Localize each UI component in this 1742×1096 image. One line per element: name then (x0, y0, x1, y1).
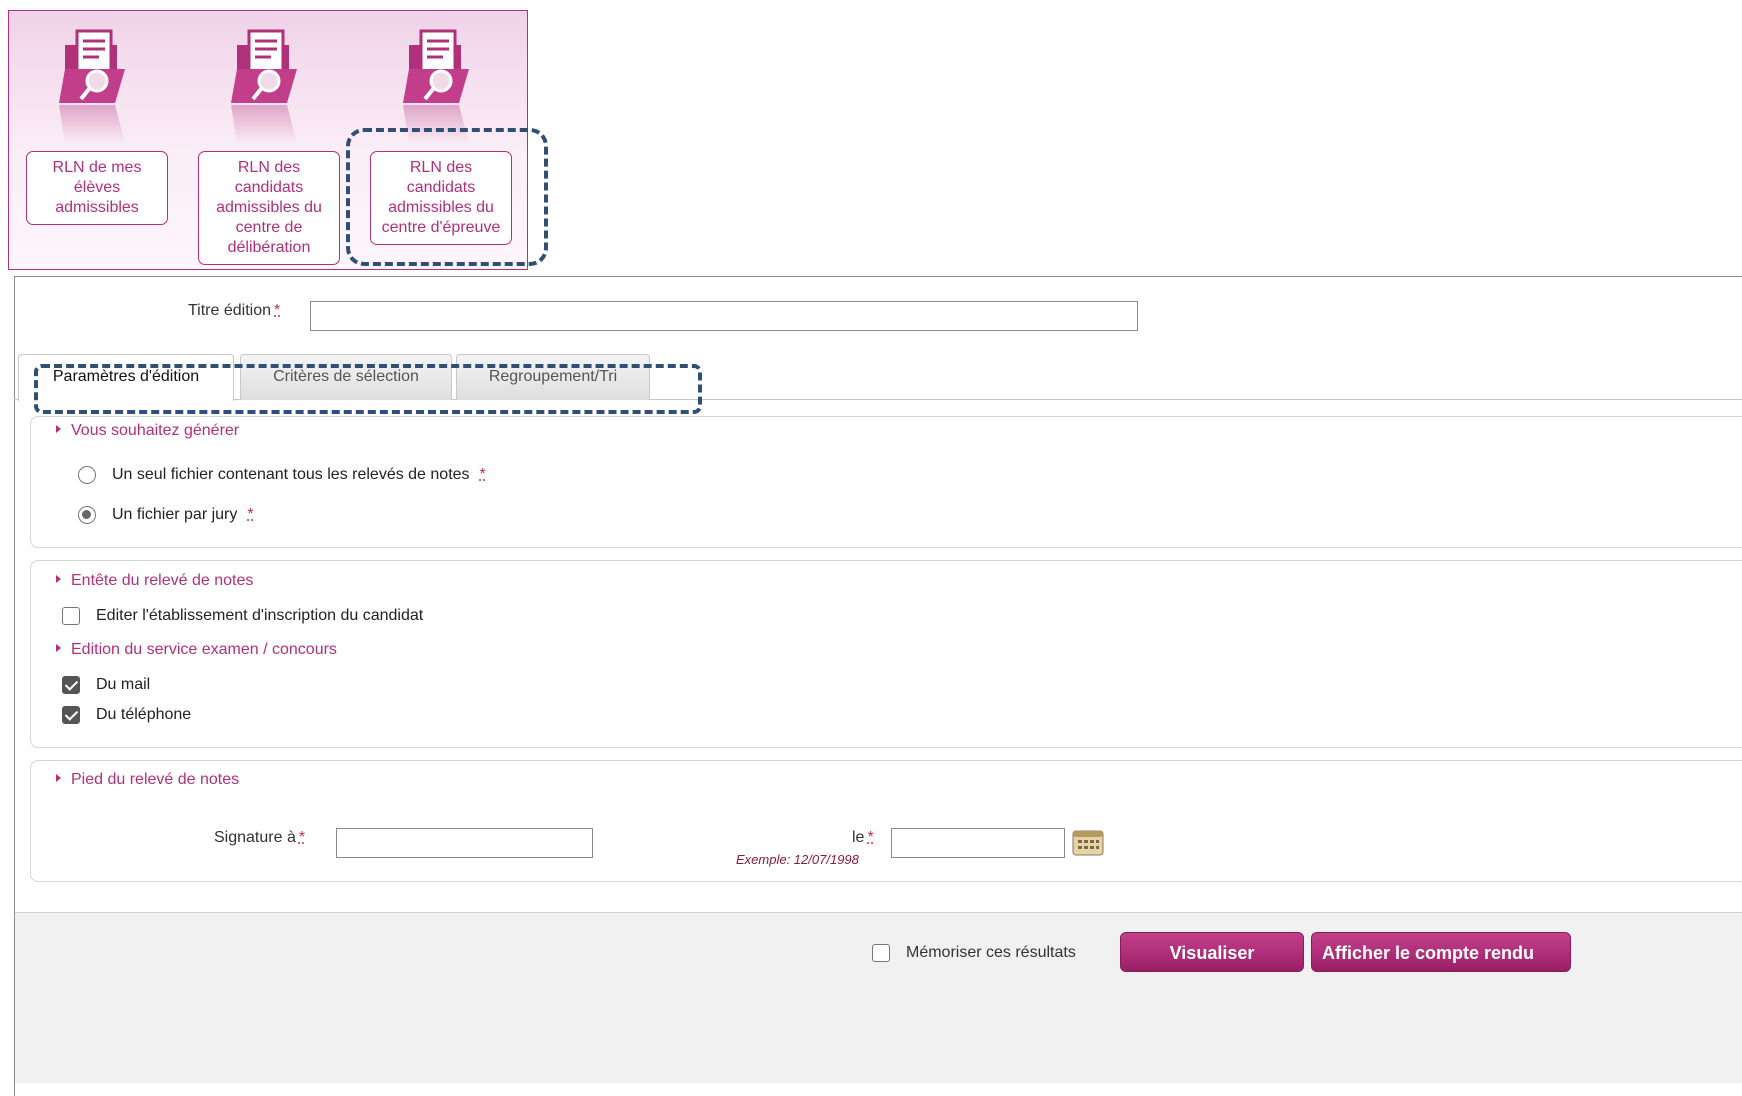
required-mark: * (479, 466, 486, 483)
tab-edition-parameters[interactable]: Paramètres d'édition (18, 354, 234, 401)
required-mark: * (298, 829, 306, 846)
triangle-right-icon (56, 774, 61, 782)
service-edition-legend: Edition du service examen / concours (56, 641, 337, 659)
tile-exam-center[interactable]: RLN des candidats admissibles du centre … (361, 11, 521, 271)
required-mark: * (274, 302, 281, 319)
checkbox-edit-school[interactable] (62, 607, 80, 625)
option-edit-school[interactable]: Editer l'établissement d'inscription du … (62, 607, 423, 625)
signature-label: Signature à * (214, 829, 306, 846)
option-single-file[interactable]: Un seul fichier contenant tous les relev… (78, 466, 486, 484)
option-file-per-jury[interactable]: Un fichier par jury * (78, 506, 254, 524)
tab-grouping-sort[interactable]: Regroupement/Tri (456, 354, 650, 400)
checkbox-mail[interactable] (62, 676, 80, 694)
show-report-button[interactable]: Afficher le compte rendu (1311, 932, 1571, 972)
radio-single-file[interactable] (78, 466, 96, 484)
radio-file-per-jury[interactable] (78, 506, 96, 524)
title-edition-label: Titre édition * (188, 302, 281, 319)
date-label: le * (852, 829, 874, 846)
triangle-right-icon (56, 575, 61, 583)
visualize-button[interactable]: Visualiser (1120, 932, 1304, 972)
option-remember-results[interactable]: Mémoriser ces résultats (872, 944, 1076, 962)
tile-deliberation-center[interactable]: RLN des candidats admissibles du centre … (189, 11, 349, 271)
tile-label: RLN de mes élèves admissibles (26, 151, 168, 225)
option-phone[interactable]: Du téléphone (62, 706, 191, 724)
signature-input[interactable] (336, 828, 593, 858)
title-edition-input[interactable] (310, 301, 1138, 331)
triangle-right-icon (56, 644, 61, 652)
folder-document-search-icon (231, 29, 297, 143)
triangle-right-icon (56, 425, 61, 433)
tile-my-students[interactable]: RLN de mes élèves admissibles (17, 11, 177, 271)
section-footer (30, 760, 1742, 882)
report-tiles-panel: RLN de mes élèves admissibles RLN des ca… (8, 10, 528, 270)
checkbox-remember-results[interactable] (872, 944, 890, 962)
section-footer-legend: Pied du relevé de notes (56, 771, 239, 789)
folder-document-search-icon (59, 29, 125, 143)
folder-document-search-icon (403, 29, 469, 143)
option-mail[interactable]: Du mail (62, 676, 150, 694)
tile-label: RLN des candidats admissibles du centre … (370, 151, 512, 245)
checkbox-phone[interactable] (62, 706, 80, 724)
tile-label: RLN des candidats admissibles du centre … (198, 151, 340, 265)
section-generate-legend: Vous souhaitez générer (56, 422, 239, 440)
section-header-legend: Entête du relevé de notes (56, 572, 253, 590)
required-mark: * (867, 829, 874, 846)
date-example: Exemple: 12/07/1998 (736, 852, 859, 867)
date-input[interactable] (891, 828, 1065, 858)
required-mark: * (247, 506, 254, 523)
tab-selection-criteria[interactable]: Critères de sélection (240, 354, 452, 400)
calendar-icon[interactable] (1072, 830, 1104, 856)
